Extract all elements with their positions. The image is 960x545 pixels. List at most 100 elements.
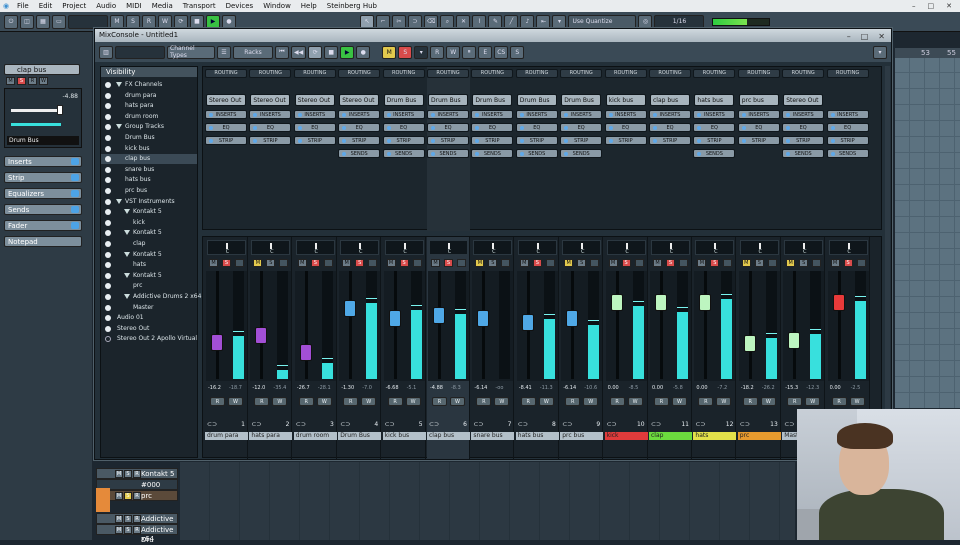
channel-read-button[interactable]: R	[698, 397, 714, 406]
mix-listen-icon[interactable]: ▾	[414, 45, 429, 59]
rack-strip-section[interactable]: STRIP	[782, 136, 825, 145]
track-solo-button[interactable]: S	[124, 515, 132, 523]
fader-knob[interactable]	[477, 310, 490, 327]
rack-eq-section[interactable]: EQ	[649, 123, 691, 132]
rack-power-icon[interactable]	[297, 139, 302, 143]
rack-power-icon[interactable]	[253, 139, 258, 143]
channel-listen-button[interactable]	[235, 259, 244, 267]
inspector-write-button[interactable]: W	[39, 77, 48, 85]
menu-item-audio[interactable]: Audio	[91, 2, 121, 10]
channel-read-button[interactable]: R	[654, 397, 669, 406]
draw-tool-icon[interactable]: ✎	[488, 14, 503, 29]
channel-types-button[interactable]: Channel Types	[167, 45, 215, 59]
rack-inserts-section[interactable]: INSERTS	[693, 110, 736, 119]
fader-area[interactable]	[206, 271, 247, 381]
channel-listen-button[interactable]	[723, 259, 733, 267]
project-track[interactable]: Addictive Dru M S R	[96, 524, 178, 544]
inspector-section-notepad[interactable]: Notepad	[4, 236, 82, 247]
rack-sends-section[interactable]: SENDS	[427, 149, 469, 158]
menu-item-help[interactable]: Help	[296, 2, 322, 10]
visibility-row[interactable]: snare bus	[101, 165, 197, 175]
visibility-toggle-icon[interactable]	[105, 156, 111, 163]
routing-output-select[interactable]: Stereo Out	[294, 94, 335, 106]
rack-power-icon[interactable]	[386, 113, 391, 117]
channel-solo-button[interactable]: S	[710, 259, 720, 267]
channel-solo-button[interactable]: S	[355, 259, 365, 267]
fader-knob[interactable]	[566, 310, 579, 327]
visibility-tab[interactable]: Visibility	[101, 67, 197, 77]
routing-output-select[interactable]: Drum Bus	[383, 94, 424, 106]
channel-strip[interactable]: C M S -16.2 -18.7 R W ⊂⊃ 1 drum para	[205, 237, 248, 459]
channel-listen-button[interactable]	[590, 259, 600, 267]
visibility-toggle-icon[interactable]	[105, 283, 111, 290]
visibility-toggle-icon[interactable]	[105, 304, 111, 311]
rack-inserts-section[interactable]: INSERTS	[471, 110, 514, 119]
cycle-button[interactable]: ⟳	[174, 14, 188, 29]
fader-knob[interactable]	[211, 334, 223, 351]
rack-power-icon[interactable]	[297, 113, 302, 117]
pan-control[interactable]: C	[251, 240, 291, 255]
fader-area[interactable]	[783, 271, 825, 381]
routing-output-select[interactable]: Stereo Out	[339, 94, 380, 106]
racks-button[interactable]: Racks	[233, 45, 273, 59]
fader-area[interactable]	[605, 271, 647, 381]
visibility-row[interactable]: hats	[101, 260, 197, 270]
fader-knob[interactable]	[788, 332, 801, 349]
rack-power-icon[interactable]	[786, 152, 791, 156]
channel-name[interactable]: hats bus	[515, 432, 559, 440]
channel-strip[interactable]: C M S -4.88 -8.3 R W ⊂⊃ 6 clap bus	[427, 237, 470, 459]
link-icon[interactable]: ⊂⊃	[340, 421, 350, 428]
solo-all-button[interactable]: S	[126, 14, 140, 29]
rack-inserts-section[interactable]: INSERTS	[338, 110, 381, 119]
mixer-scrollbar[interactable]	[885, 66, 890, 458]
rack-power-icon[interactable]	[386, 152, 391, 156]
rack-power-icon[interactable]	[786, 126, 791, 130]
link-icon[interactable]: ⊂⊃	[651, 421, 661, 428]
folder-expand-icon[interactable]	[124, 272, 130, 278]
rack-eq-section[interactable]: EQ	[737, 123, 780, 132]
rack-power-icon[interactable]	[431, 126, 435, 130]
menu-item-midi[interactable]: MIDI	[121, 2, 147, 10]
left-zone-toggle-icon[interactable]: ▥	[99, 45, 113, 59]
track-solo-button[interactable]: S	[124, 526, 132, 534]
channel-mute-button[interactable]: M	[475, 259, 485, 267]
fader-knob[interactable]	[521, 314, 534, 331]
channel-strip[interactable]: C M S 0.00 -8.5 R W ⊂⊃ 10 kick	[604, 237, 648, 459]
rack-inserts-section[interactable]: INSERTS	[382, 110, 425, 119]
rack-power-icon[interactable]	[697, 152, 702, 156]
mute-tool-icon[interactable]: ✕	[456, 14, 471, 29]
fader-knob[interactable]	[255, 327, 268, 344]
rack-power-icon[interactable]	[830, 152, 835, 156]
channel-mute-button[interactable]: M	[297, 259, 307, 267]
channel-write-button[interactable]: W	[228, 397, 243, 406]
fader-area[interactable]	[650, 271, 691, 381]
visibility-toggle-icon[interactable]	[105, 177, 111, 184]
pan-control[interactable]: C	[429, 240, 468, 255]
channel-name[interactable]: clap	[649, 432, 692, 440]
rack-power-icon[interactable]	[431, 152, 435, 156]
pan-control[interactable]: C	[739, 240, 779, 255]
channel-name[interactable]: snare bus	[471, 432, 515, 440]
rack-strip-section[interactable]: STRIP	[205, 136, 247, 145]
mix-cs-button[interactable]: CS	[494, 45, 509, 59]
channel-write-button[interactable]: W	[316, 397, 332, 406]
channel-name[interactable]: drum para	[205, 432, 248, 440]
mix-record-icon[interactable]: ●	[356, 45, 371, 59]
channel-name[interactable]: drum room	[293, 432, 337, 440]
rack-power-icon[interactable]	[209, 139, 213, 143]
channel-solo-button[interactable]: S	[399, 259, 409, 267]
visibility-row[interactable]: clap bus	[101, 154, 197, 165]
visibility-row[interactable]: Kontakt 5	[101, 271, 197, 281]
folder-expand-icon[interactable]	[124, 209, 130, 215]
erase-tool-icon[interactable]: ⌫	[424, 14, 439, 29]
timeline-ruler[interactable]: 53 55	[895, 48, 960, 58]
channel-listen-button[interactable]	[679, 259, 688, 267]
fader-area[interactable]	[738, 271, 780, 381]
visibility-row[interactable]: VST Instruments	[101, 197, 197, 207]
channel-strip[interactable]: C M S 0.00 -7.2 R W ⊂⊃ 12 hats	[693, 237, 737, 459]
rack-power-icon[interactable]	[386, 139, 391, 143]
rack-eq-section[interactable]: EQ	[604, 123, 647, 132]
rack-sends-section[interactable]: SENDS	[560, 149, 603, 158]
window-layout-button[interactable]: ▦	[36, 14, 50, 29]
rack-strip-section[interactable]: STRIP	[693, 136, 736, 145]
